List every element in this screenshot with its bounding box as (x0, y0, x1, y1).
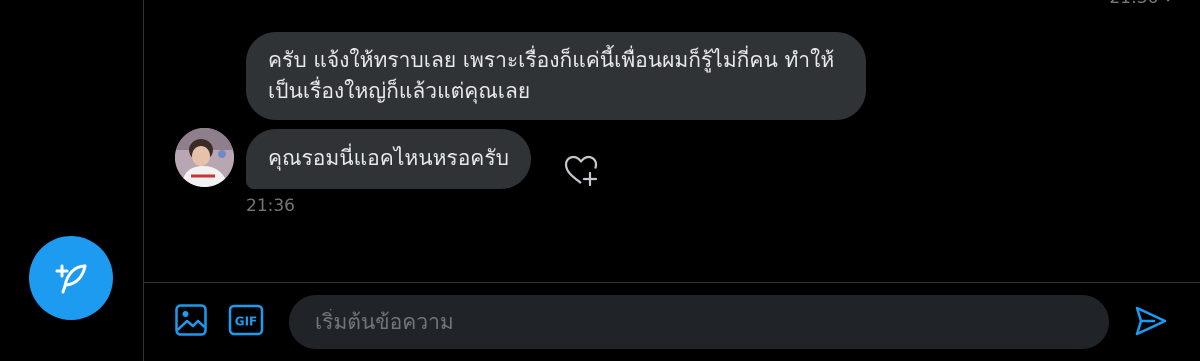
media-button[interactable] (174, 303, 208, 337)
image-icon (175, 304, 207, 336)
message-input-container[interactable] (289, 295, 1109, 349)
dm-app: 21:36 ✓ ครับ แจ้งให้ทราบเลย เพราะเรื่องก… (0, 0, 1200, 361)
avatar-image (175, 128, 234, 187)
message-composer: GIF (144, 283, 1200, 361)
gif-button[interactable]: GIF (228, 303, 264, 337)
message-input[interactable] (313, 309, 1085, 335)
conversation-pane: 21:36 ✓ ครับ แจ้งให้ทราบเลย เพราะเรื่องก… (144, 0, 1200, 282)
message-bubble[interactable]: คุณรอมนี่แอคไหนหรอครับ (246, 129, 531, 189)
left-rail (0, 0, 143, 361)
compose-feather-icon (55, 264, 87, 294)
compose-button[interactable] (29, 236, 113, 320)
gif-label: GIF (235, 315, 258, 329)
send-icon (1135, 306, 1167, 336)
avatar[interactable] (175, 128, 234, 187)
heart-plus-icon (564, 155, 598, 187)
previous-message-time: 21:36 ✓ (1109, 0, 1178, 8)
message-time: 21:36 (246, 196, 295, 216)
send-button[interactable] (1134, 305, 1168, 337)
message-bubble[interactable]: ครับ แจ้งให้ทราบเลย เพราะเรื่องก็แค่นี้เ… (246, 32, 866, 120)
gif-icon: GIF (228, 304, 264, 336)
add-reaction-button[interactable] (563, 153, 599, 189)
